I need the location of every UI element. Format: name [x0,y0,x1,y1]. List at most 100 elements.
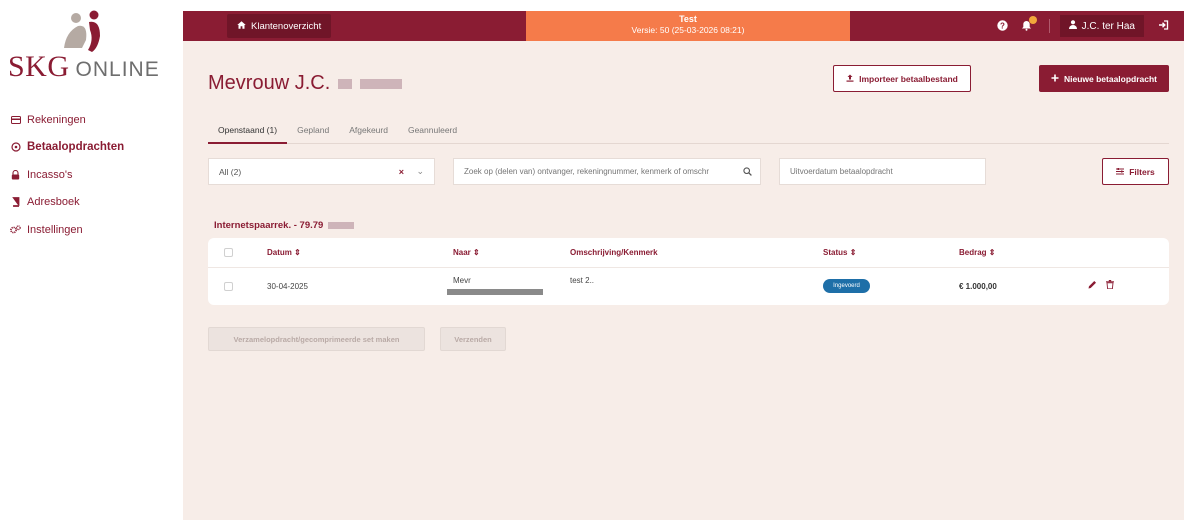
sidebar-item-rekeningen[interactable]: Rekeningen [10,106,180,134]
date-field[interactable] [779,158,986,185]
cell-datum: 30-04-2025 [267,282,308,291]
plus-icon [1051,74,1059,84]
sidebar-item-label: Betaalopdrachten [27,141,125,154]
logo-sub-text: ONLINE [75,58,160,81]
divider [1048,19,1050,33]
environment-title: Test [679,14,697,24]
filters-label: Filters [1129,166,1155,177]
tab-geannuleerd[interactable]: Geannuleerd [398,120,467,144]
gears-icon [10,224,21,235]
home-icon [237,20,246,32]
new-payment-label: Nieuwe betaalopdracht [1063,73,1158,84]
column-header-bedrag[interactable]: Bedrag ⇕ [959,248,996,257]
user-name: J.C. ter Haa [1081,20,1135,32]
top-bar-right: ? J.C. ter Haa [991,11,1184,41]
payments-table: Datum ⇕ Naar ⇕ Omschrijving/Kenmerk Stat… [208,238,1169,305]
redacted-text [447,289,543,295]
sidebar-item-instellingen[interactable]: Instellingen [10,216,180,244]
account-group-title: Internetspaarrek. - 79.79 [214,220,355,231]
account-select[interactable]: All (2) × ⌄ [208,158,435,185]
chevron-down-icon[interactable]: ⌄ [416,166,424,177]
cell-naar: Mevr [453,276,471,285]
select-all-checkbox[interactable] [224,248,233,257]
status-tabs: Openstaand (1) Gepland Afgekeurd Geannul… [208,120,1169,144]
page-title: Mevrouw J.C. [208,72,403,95]
sidebar-item-label: Incasso's [27,168,73,181]
trash-icon[interactable] [1106,280,1114,291]
column-header-datum[interactable]: Datum ⇕ [267,248,301,257]
lock-icon [10,169,21,180]
account-select-value: All (2) [219,166,242,177]
sidebar: SKG ONLINE Rekeningen Betaalopdrachten I… [0,0,183,520]
logout-icon[interactable] [1158,20,1170,32]
sidebar-item-adresboek[interactable]: Adresboek [10,189,180,217]
account-group-label: Internetspaarrek. - 79.79 [214,220,324,231]
column-header-label: Status [823,248,848,257]
upload-icon [846,74,854,84]
logo[interactable]: SKG ONLINE [8,10,173,83]
sort-icon: ⇕ [849,248,857,257]
main-content: Mevrouw J.C. Importeer betaalbestand Nie… [183,41,1184,520]
environment-version: Versie: 50 (25-03-2026 08:21) [631,25,745,35]
column-header-status[interactable]: Status ⇕ [823,248,856,257]
sort-icon: ⇕ [294,248,301,257]
svg-text:?: ? [1000,21,1005,30]
top-bar: Klantenoverzicht Test Versie: 50 (25-03-… [183,11,1184,41]
klantenoverzicht-button[interactable]: Klantenoverzicht [227,14,332,38]
tab-gepland[interactable]: Gepland [287,120,339,144]
cell-bedrag: € 1.000,00 [959,282,997,291]
sidebar-item-incassos[interactable]: Incasso's [10,161,180,189]
clear-selection-icon[interactable]: × [399,167,404,177]
create-batch-button[interactable]: Verzamelopdracht/gecomprimeerde set make… [208,327,425,351]
bell-icon[interactable] [1021,16,1037,32]
user-menu-button[interactable]: J.C. ter Haa [1059,15,1144,37]
sidebar-nav: Rekeningen Betaalopdrachten Incasso's Ad… [10,106,180,244]
credit-card-icon [10,114,21,125]
column-header-label: Datum [267,248,292,257]
column-header-label: Naar [453,248,471,257]
notification-dot [1028,16,1037,24]
logo-main-text: SKG [8,50,70,83]
logo-wordmark: SKG ONLINE [8,50,160,84]
filters-button[interactable]: Filters [1102,158,1169,185]
sort-icon: ⇕ [473,248,480,257]
logo-figures-icon [64,10,100,52]
help-icon[interactable]: ? [996,20,1009,32]
table-row[interactable]: 30-04-2025 Mevr test 2.. Ingevoerd € 1.0… [208,269,1169,305]
klantenoverzicht-label: Klantenoverzicht [251,20,322,32]
tab-afgekeurd[interactable]: Afgekeurd [339,120,398,144]
execution-date-input[interactable] [790,167,985,176]
sliders-icon [1116,167,1125,177]
send-button[interactable]: Verzenden [440,327,506,351]
sidebar-item-label: Rekeningen [27,113,86,126]
search-field[interactable] [453,158,761,185]
tab-openstaand[interactable]: Openstaand (1) [208,120,288,144]
circle-arrows-icon [10,142,21,153]
row-checkbox[interactable] [224,282,233,291]
environment-banner: Test Versie: 50 (25-03-2026 08:21) [526,11,850,41]
search-icon[interactable] [743,167,752,178]
new-payment-button[interactable]: Nieuwe betaalopdracht [1039,65,1169,92]
page-title-text: Mevrouw J.C. [208,72,331,94]
user-icon [1068,20,1077,32]
column-header-naar[interactable]: Naar ⇕ [453,248,480,257]
sidebar-item-label: Instellingen [27,223,83,236]
app-root: SKG ONLINE Rekeningen Betaalopdrachten I… [0,0,1184,520]
search-input[interactable] [464,167,760,176]
cell-omschrijving: test 2.. [570,276,595,285]
edit-icon[interactable] [1088,280,1097,291]
import-file-button[interactable]: Importeer betaalbestand [833,65,971,92]
sort-icon: ⇕ [988,248,996,257]
column-header-label: Bedrag [959,248,987,257]
import-file-label: Importeer betaalbestand [859,73,958,84]
row-actions [1088,280,1114,291]
column-header-omschrijving: Omschrijving/Kenmerk [570,248,658,257]
sidebar-item-betaalopdrachten[interactable]: Betaalopdrachten [10,134,180,162]
status-badge: Ingevoerd [823,279,870,293]
sidebar-item-label: Adresboek [27,196,80,209]
redacted-text [338,78,353,89]
redacted-text [360,78,403,89]
book-icon [10,197,21,208]
column-header-label: Omschrijving/Kenmerk [570,248,658,257]
table-header: Datum ⇕ Naar ⇕ Omschrijving/Kenmerk Stat… [208,238,1169,268]
